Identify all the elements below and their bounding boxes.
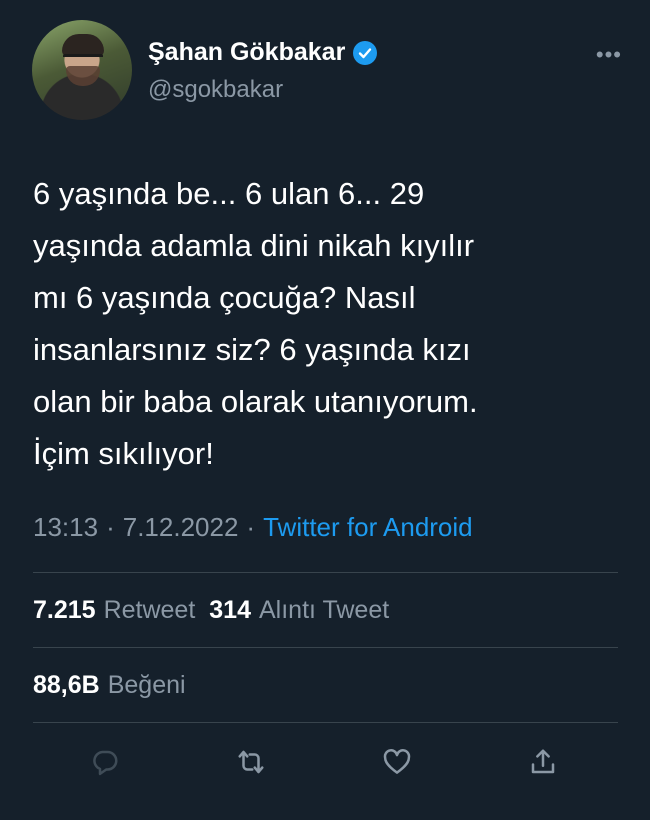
share-button[interactable] (521, 740, 565, 784)
avatar-glasses (63, 54, 103, 63)
retweets-count[interactable]: 7.215 (33, 596, 96, 625)
meta-separator: · (246, 512, 256, 542)
reply-button[interactable] (83, 740, 127, 784)
avatar-beard (66, 66, 100, 86)
likes-count[interactable]: 88,6B (33, 671, 100, 700)
tweet-meta: 13:13 · 7.12.2022 · Twitter for Android (33, 512, 473, 543)
tweet-source-link[interactable]: Twitter for Android (263, 512, 473, 543)
meta-separator: · (106, 512, 115, 542)
tweet-text: 6 yaşında be... 6 ulan 6... 29 yaşında a… (33, 176, 478, 471)
divider (33, 647, 618, 648)
tweet-time[interactable]: 13:13 (33, 512, 98, 543)
divider (33, 722, 618, 723)
avatar-hair (62, 34, 104, 56)
verified-badge-icon (353, 40, 378, 65)
share-icon (531, 749, 555, 774)
tweet-date[interactable]: 7.12.2022 (123, 512, 239, 543)
retweets-label[interactable]: Retweet (104, 596, 196, 625)
reply-icon (93, 750, 118, 776)
quotes-label[interactable]: Alıntı Tweet (259, 596, 389, 625)
name-row: Şahan Gökbakar (148, 38, 378, 67)
retweet-button[interactable] (229, 740, 273, 784)
action-bar (33, 740, 618, 784)
tweet-header: Şahan Gökbakar @sgokbakar ••• (32, 20, 622, 120)
heart-icon (383, 749, 411, 774)
divider (33, 572, 618, 573)
likes-label[interactable]: Beğeni (108, 671, 186, 700)
handle[interactable]: @sgokbakar (148, 76, 283, 104)
more-options-icon[interactable]: ••• (596, 42, 622, 68)
retweet-stats: 7.215 Retweet 314 Alıntı Tweet (33, 596, 395, 625)
like-button[interactable] (375, 740, 419, 784)
avatar[interactable] (32, 20, 132, 120)
display-name[interactable]: Şahan Gökbakar (148, 38, 345, 67)
like-stats: 88,6B Beğeni (33, 671, 192, 700)
retweet-icon (238, 750, 264, 774)
quotes-count[interactable]: 314 (209, 596, 251, 625)
